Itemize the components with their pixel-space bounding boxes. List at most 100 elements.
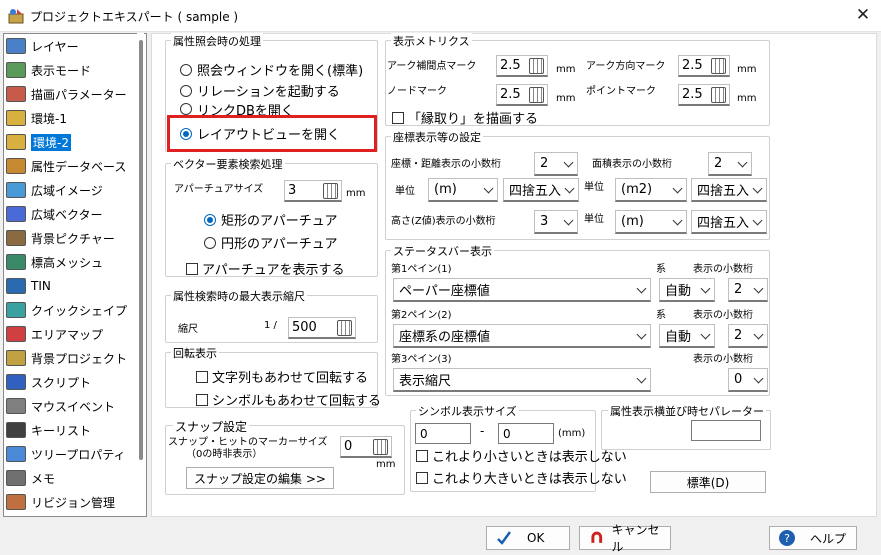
pane3-select[interactable]: 表示縮尺 <box>393 368 651 392</box>
help-button[interactable]: ? ヘルプ <box>769 526 857 550</box>
pane1-select[interactable]: ペーパー座標値 <box>393 278 651 302</box>
ok-label: OK <box>527 531 545 545</box>
rotation-title: 回転表示 <box>171 345 219 361</box>
radio-relation[interactable]: リレーションを起動する <box>180 81 340 100</box>
sidebar-item-label: 広域イメージ <box>31 183 103 198</box>
calculator-icon[interactable] <box>337 320 352 336</box>
chevron-down-icon <box>752 215 763 226</box>
sidebar-item[interactable]: スクリプト <box>6 372 138 392</box>
pane3-dec-select[interactable]: 0 <box>728 368 768 392</box>
sidebar-item[interactable]: 環境-1 <box>6 108 138 128</box>
calculator-icon[interactable] <box>373 439 388 455</box>
coord-dec-select[interactable]: 2 <box>534 152 578 176</box>
aperture-size-input[interactable]: 3 <box>284 180 342 202</box>
sidebar-item[interactable]: 環境-2 <box>6 132 138 152</box>
hide-large-checkbox[interactable]: これより大きいときは表示しない <box>416 468 627 487</box>
cancel-button[interactable]: キャンセル <box>579 523 671 554</box>
sidebar-item[interactable]: 背景プロジェクト <box>6 348 138 368</box>
area-unit-select[interactable]: (m2) <box>615 178 687 202</box>
sidebar-item[interactable]: 標高メッシュ <box>6 252 138 272</box>
sidebar-item[interactable]: 背景ピクチャー <box>6 228 138 248</box>
sidebar-item-label: レイヤー <box>31 39 79 54</box>
rotate-text-checkbox[interactable]: 文字列もあわせて回転する <box>196 367 368 386</box>
env1-icon <box>6 110 26 126</box>
coord-unit-label: 単位 <box>395 186 415 197</box>
sidebar-item[interactable]: 広域イメージ <box>6 180 138 200</box>
arc-interp-input[interactable]: 2.5 <box>496 55 548 77</box>
calculator-icon[interactable] <box>323 183 338 199</box>
snap-edit-button[interactable]: スナップ設定の編集 >> <box>186 467 334 489</box>
arc-interp-unit: mm <box>556 64 576 75</box>
radio-query-window[interactable]: 照会ウィンドウを開く(標準) <box>180 60 363 79</box>
symbol-unit: (mm) <box>558 428 586 439</box>
pane2-select[interactable]: 座標系の座標値 <box>393 324 651 348</box>
sidebar-item[interactable]: 属性データベース <box>6 156 138 176</box>
sidebar-item[interactable]: キーリスト <box>6 420 138 440</box>
z-unit-select[interactable]: (m) <box>615 210 687 234</box>
mouse-icon <box>6 398 26 414</box>
pane1-dec-label: 表示の小数桁 <box>693 264 753 275</box>
sidebar-item-label: マウスイベント <box>31 399 116 414</box>
sidebar-item[interactable]: 表示モード <box>6 60 138 80</box>
sidebar-item-label: リビジョン管理 <box>31 495 116 510</box>
radio-link-db[interactable]: リンクDBを開く <box>180 102 294 116</box>
scale-prefix: 1 / <box>264 320 277 331</box>
calculator-icon[interactable] <box>711 87 726 103</box>
z-dec-select[interactable]: 3 <box>534 210 578 234</box>
sidebar-item[interactable]: メモ <box>6 468 138 488</box>
statusbar-title: ステータスバー表示 <box>391 243 494 259</box>
sidebar-item[interactable]: リビジョン管理 <box>6 492 138 512</box>
aperture-size-label: アパーチュアサイズ <box>174 184 264 195</box>
pane2-sys-select[interactable]: 自動 <box>659 324 715 348</box>
area-round-select[interactable]: 四捨五入 <box>691 178 767 202</box>
calculator-icon[interactable] <box>529 87 544 103</box>
symbol-max-input[interactable]: 0 <box>498 423 554 444</box>
calculator-icon[interactable] <box>529 58 544 74</box>
area-unit-label: 単位 <box>584 182 604 193</box>
standard-button[interactable]: 標準(D) <box>650 471 766 493</box>
sidebar-item[interactable]: 描画パラメーター <box>6 84 138 104</box>
wide-image-icon <box>6 182 26 198</box>
metrics-title: 表示メトリクス <box>391 33 472 49</box>
calculator-icon[interactable] <box>711 58 726 74</box>
max-scale-input[interactable]: 500 <box>288 317 356 339</box>
pane1-sys-label: 系 <box>656 264 666 275</box>
elevation-mesh-icon <box>6 254 26 270</box>
separator-input[interactable] <box>691 420 761 441</box>
close-icon[interactable]: ✕ <box>852 4 874 26</box>
ok-button[interactable]: OK <box>486 526 570 550</box>
edge-checkbox[interactable]: 「縁取り」を描画する <box>392 108 538 127</box>
sidebar-item[interactable]: クイックシェイプ <box>6 300 138 320</box>
arc-dir-input[interactable]: 2.5 <box>678 55 730 77</box>
point-input[interactable]: 2.5 <box>678 84 730 106</box>
coord-unit-select[interactable]: (m) <box>428 178 498 202</box>
sidebar-item[interactable]: TIN <box>6 276 138 296</box>
chevron-down-icon <box>563 157 574 168</box>
sidebar-item-label: 標高メッシュ <box>31 255 104 270</box>
radio-rect-aperture[interactable]: 矩形のアパーチュア <box>204 210 337 229</box>
coord-round-select[interactable]: 四捨五入 <box>503 178 579 202</box>
z-round-select[interactable]: 四捨五入 <box>691 210 767 234</box>
sidebar-item[interactable]: エリアマップ <box>6 324 138 344</box>
sidebar-scroll-thumb[interactable] <box>139 40 143 460</box>
pane2-sys-label: 系 <box>656 310 666 321</box>
show-aperture-checkbox[interactable]: アパーチュアを表示する <box>186 259 344 278</box>
area-dec-select[interactable]: 2 <box>708 152 752 176</box>
pane1-dec-select[interactable]: 2 <box>728 278 768 302</box>
snap-marker-input[interactable]: 0 <box>340 436 392 458</box>
sidebar-item[interactable]: レイヤー <box>6 36 138 56</box>
node-input[interactable]: 2.5 <box>496 84 548 106</box>
pane1-sys-select[interactable]: 自動 <box>659 278 715 302</box>
sidebar-item[interactable]: ツリープロパティ <box>6 444 138 464</box>
rotate-symbol-checkbox[interactable]: シンボルもあわせて回転する <box>196 390 381 409</box>
chevron-down-icon <box>564 183 575 194</box>
symbol-min-input[interactable]: 0 <box>415 423 471 444</box>
radio-circle-aperture[interactable]: 円形のアパーチュア <box>204 233 337 252</box>
pane2-dec-select[interactable]: 2 <box>728 324 768 348</box>
area-dec-label: 面積表示の小数桁 <box>592 159 672 170</box>
revision-icon <box>6 494 26 510</box>
sidebar-item[interactable]: 広域ベクター <box>6 204 138 224</box>
help-icon: ? <box>779 530 795 546</box>
hide-small-checkbox[interactable]: これより小さいときは表示しない <box>416 446 627 465</box>
sidebar-item[interactable]: マウスイベント <box>6 396 138 416</box>
